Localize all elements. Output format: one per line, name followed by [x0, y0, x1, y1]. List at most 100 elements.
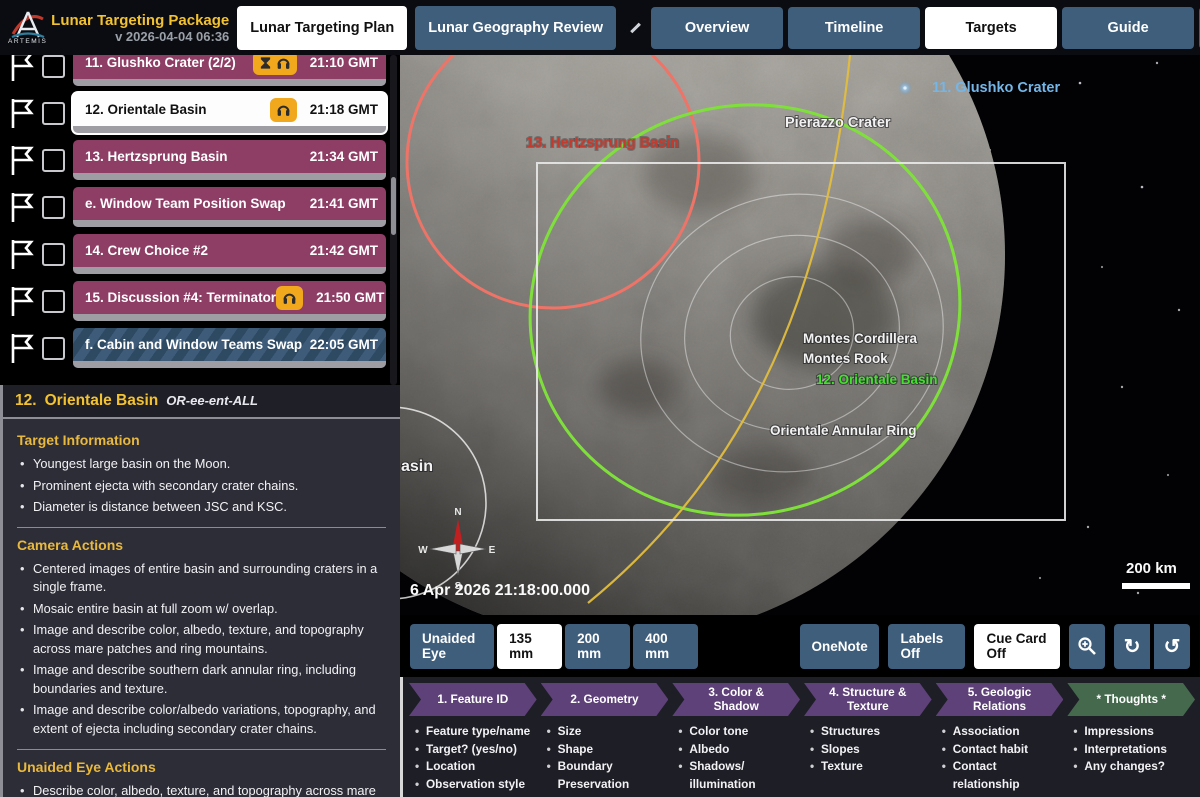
divider [17, 749, 386, 750]
section-target-information: Target Information Youngest large basin … [17, 432, 386, 517]
bullet: Image and describe color, albedo, textur… [17, 621, 386, 658]
headphones-icon [276, 56, 291, 70]
flag-icon[interactable] [6, 332, 36, 364]
checkbox[interactable] [42, 290, 65, 313]
step-geometry: 2. Geometry Size Shape Boundary Preserva… [541, 683, 669, 794]
nav-targets[interactable]: Targets [925, 7, 1057, 49]
step-header: 3. Color & Shadow [672, 683, 800, 716]
onenote-button[interactable]: OneNote [800, 624, 879, 669]
label-montes-rook: Montes Rook [803, 351, 888, 366]
step-thoughts: * Thoughts * Impressions Interpretations… [1067, 683, 1195, 794]
timeline-row: e. Window Team Position Swap 21:41 GMT [6, 187, 386, 227]
checkbox[interactable] [42, 196, 65, 219]
zoom-in-button[interactable] [1069, 624, 1105, 669]
labels-toggle-button[interactable]: Labels Off [888, 624, 965, 669]
flag-icon[interactable] [6, 191, 36, 223]
hourglass-icon [259, 56, 272, 70]
label-orientale: 12. Orientale Basin [816, 372, 938, 387]
flag-icon[interactable] [6, 144, 36, 176]
artemis-logo: ARTEMIS [8, 10, 47, 45]
timeline-item-window-swap[interactable]: e. Window Team Position Swap 21:41 GMT [73, 187, 386, 227]
checkbox[interactable] [42, 102, 65, 125]
sidebar-scrollbar-thumb[interactable] [391, 177, 396, 235]
timeline-row: 14. Crew Choice #2 21:42 GMT [6, 234, 386, 274]
svg-text:N: N [454, 507, 461, 518]
progress-bar [73, 79, 386, 86]
lens-unaided-eye[interactable]: Unaided Eye [410, 624, 494, 669]
flag-icon[interactable] [6, 97, 36, 129]
target-name: Orientale Basin [45, 392, 159, 410]
checkbox[interactable] [42, 149, 65, 172]
timeline-item-orientale[interactable]: 12. Orientale Basin 21:18 GMT [73, 93, 386, 133]
magnifier-plus-icon [1077, 636, 1097, 656]
sidebar-scrollbar [390, 55, 397, 385]
target-detail-title: 12. Orientale Basin OR-ee-ent-ALL [3, 385, 400, 419]
progress-bar [73, 314, 386, 321]
bullet: Image and describe color/albedo variatio… [17, 701, 386, 738]
timeline-item-cabin-swap[interactable]: f. Cabin and Window Teams Swap 22:05 GMT [73, 328, 386, 368]
nav-overview[interactable]: Overview [651, 7, 783, 49]
progress-bar [73, 361, 386, 368]
lens-200mm[interactable]: 200 mm [565, 624, 630, 669]
step-header: 1. Feature ID [409, 683, 537, 716]
nav-guide[interactable]: Guide [1062, 7, 1194, 49]
flag-icon[interactable] [6, 55, 36, 82]
tab-lunar-geography-review[interactable]: Lunar Geography Review [415, 6, 616, 50]
timeline-row: 15. Discussion #4: Terminator 21:50 GMT [6, 281, 386, 321]
lens-135mm[interactable]: 135 mm [497, 624, 562, 669]
section-heading: Target Information [17, 432, 386, 448]
bullet: Prominent ejecta with secondary crater c… [17, 477, 386, 496]
timeline-row: 11. Glushko Crater (2/2) 21:10 GMT [6, 55, 386, 86]
target-pronunciation: OR-ee-ent-ALL [166, 393, 258, 408]
timeline-list: 11. Glushko Crater (2/2) 21:10 GMT 12. O… [0, 55, 400, 385]
headphones-icon [276, 103, 291, 117]
artemis-logo-icon [9, 10, 47, 40]
bullet: Mosaic entire basin at full zoom w/ over… [17, 600, 386, 619]
timeline-item-discussion[interactable]: 15. Discussion #4: Terminator 21:50 GMT [73, 281, 386, 321]
nav-timeline[interactable]: Timeline [788, 7, 920, 49]
step-header: 5. Geologic Relations [936, 683, 1064, 716]
artemis-logo-text: ARTEMIS [8, 38, 47, 45]
lens-400mm[interactable]: 400 mm [633, 624, 698, 669]
view-timestamp: 6 Apr 2026 21:18:00.000 [410, 582, 590, 599]
progress-bar [73, 126, 386, 133]
checkbox[interactable] [42, 243, 65, 266]
rotate-cw-icon: ↻ [1124, 634, 1141, 659]
timeline-item-crew-choice[interactable]: 14. Crew Choice #2 21:42 GMT [73, 234, 386, 274]
bullet: Centered images of entire basin and surr… [17, 560, 386, 597]
checkbox[interactable] [42, 337, 65, 360]
tab-lunar-targeting-plan[interactable]: Lunar Targeting Plan [237, 6, 407, 50]
scale-bar [1122, 583, 1190, 589]
label-annular-ring: Orientale Annular Ring [770, 423, 917, 438]
observation-cue-card: 1. Feature ID Feature type/name Target? … [400, 677, 1200, 797]
flag-icon[interactable] [6, 238, 36, 270]
cue-card-toggle-button[interactable]: Cue Card Off [974, 624, 1059, 669]
label-pierazzo: Pierazzo Crater [785, 115, 891, 131]
scale-label: 200 km [1126, 560, 1177, 577]
moon-3d-view[interactable]: N W E S 11. Glushko Crater Pierazzo Crat… [400, 55, 1200, 615]
rotate-cw-button[interactable]: ↻ [1114, 624, 1150, 669]
audio-badge [253, 55, 297, 75]
rotate-ccw-button[interactable]: ↺ [1154, 624, 1190, 669]
step-color-shadow: 3. Color & Shadow Color tone Albedo Shad… [672, 683, 800, 794]
flag-icon[interactable] [6, 285, 36, 317]
rotate-ccw-icon: ↺ [1164, 634, 1181, 659]
view-controls: Unaided Eye 135 mm 200 mm 400 mm OneNote… [400, 615, 1200, 677]
bullet: Image and describe southern dark annular… [17, 661, 386, 698]
label-glushko: 11. Glushko Crater [932, 80, 1060, 96]
step-geologic-relations: 5. Geologic Relations Association Contac… [936, 683, 1064, 794]
section-unaided-eye-actions: Unaided Eye Actions Describe color, albe… [17, 759, 386, 797]
app-version: v 2026-04-04 06:36 [115, 29, 229, 44]
svg-text:E: E [489, 545, 496, 556]
glushko-marker-dot [903, 86, 906, 89]
timeline-item-glushko[interactable]: 11. Glushko Crater (2/2) 21:10 GMT [73, 55, 386, 86]
timeline-row: 13. Hertzsprung Basin 21:34 GMT [6, 140, 386, 180]
progress-bar [73, 267, 386, 274]
app-header: ARTEMIS Lunar Targeting Package v 2026-0… [0, 0, 1200, 55]
timeline-item-hertzsprung[interactable]: 13. Hertzsprung Basin 21:34 GMT [73, 140, 386, 180]
step-header: 2. Geometry [541, 683, 669, 716]
chevron-right-icon[interactable] [630, 22, 641, 33]
checkbox[interactable] [42, 55, 65, 78]
step-feature-id: 1. Feature ID Feature type/name Target? … [409, 683, 537, 794]
step-header: 4. Structure & Texture [804, 683, 932, 716]
